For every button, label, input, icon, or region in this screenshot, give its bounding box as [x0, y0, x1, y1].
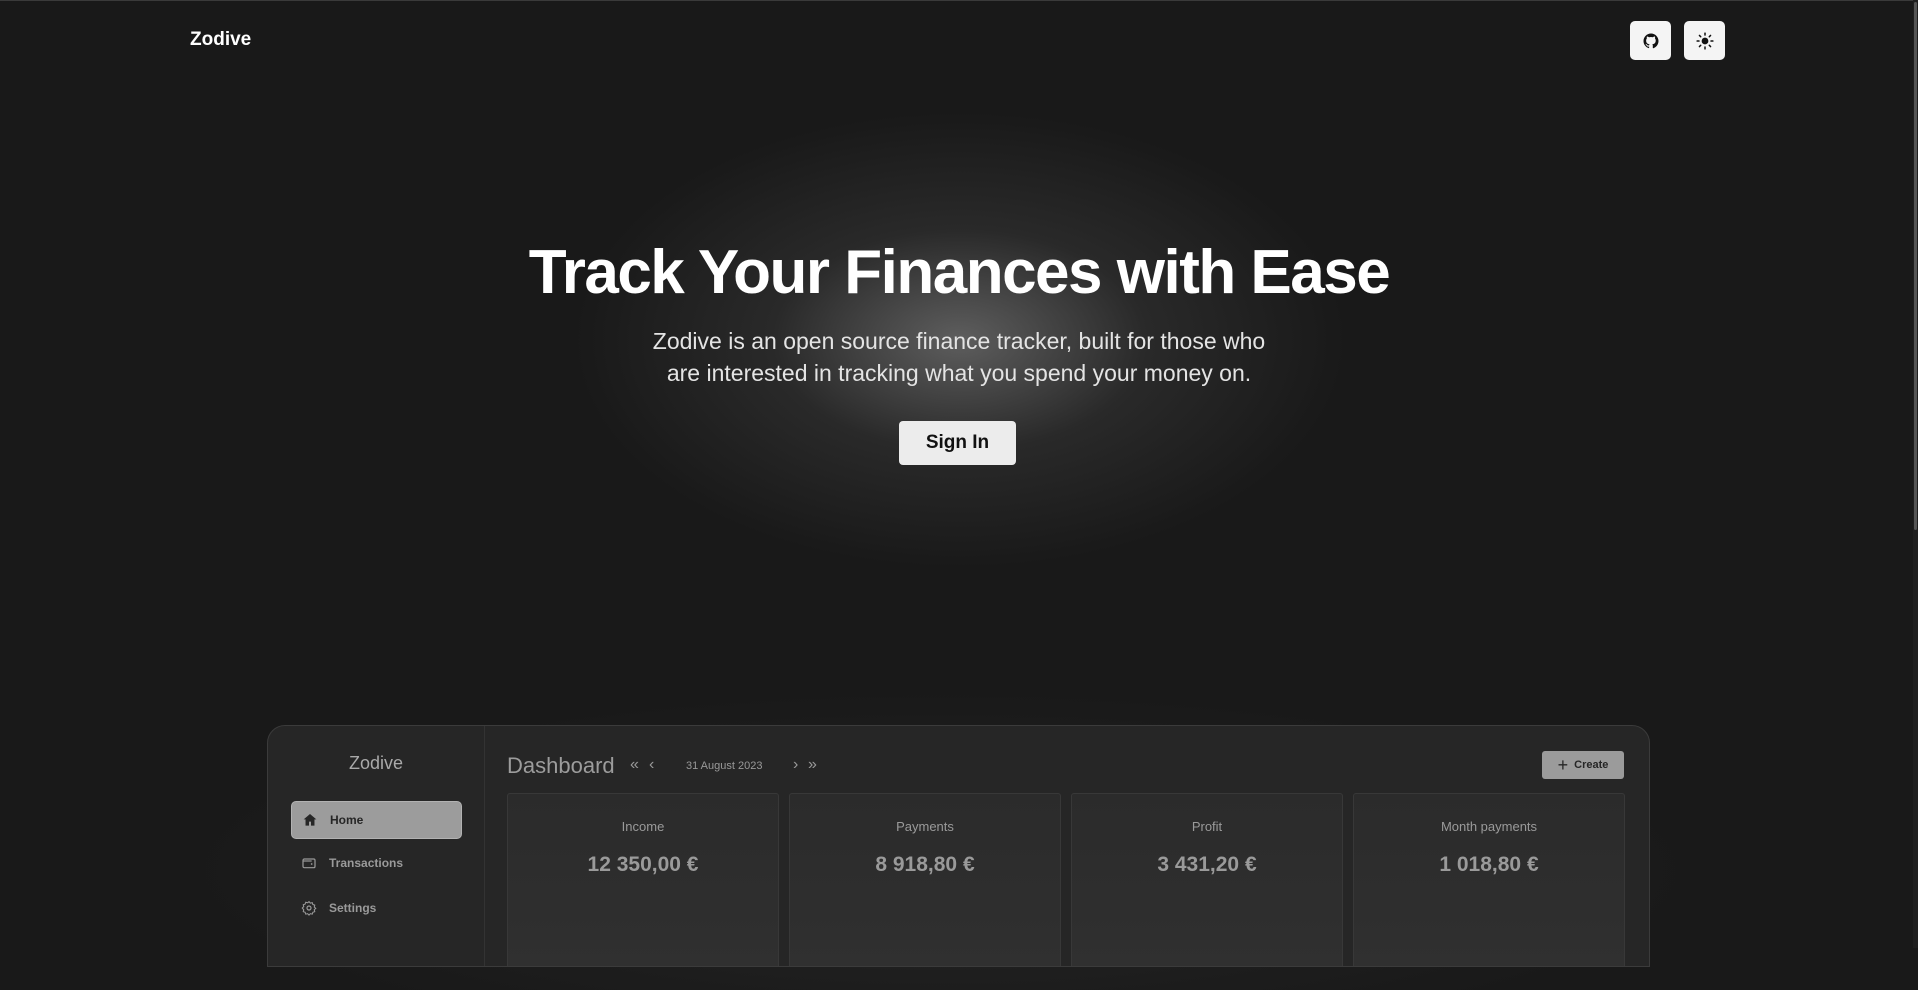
preview-page-title: Dashboard [507, 753, 615, 778]
preview-create-label: Create [1574, 759, 1609, 771]
sign-in-button[interactable]: Sign In [899, 421, 1016, 465]
preview-date: 31 August 2023 [686, 760, 763, 772]
scrollbar-thumb[interactable] [1914, 2, 1917, 530]
hero-title: Track Your Finances with Ease [528, 238, 1391, 307]
preview-nav-label: Settings [329, 901, 377, 915]
preview-nav-transactions: Transactions [291, 845, 460, 881]
plus-icon: + [1557, 754, 1569, 775]
preview-card-value: 8 918,80 € [875, 853, 975, 876]
github-icon [1643, 33, 1658, 48]
page-scrollbar[interactable] [1913, 0, 1918, 948]
preview-nav-settings: Settings [291, 890, 460, 926]
wallet-icon [302, 858, 316, 869]
preview-brand: Zodive [348, 753, 404, 773]
preview-card-label: Month payments [1440, 819, 1538, 834]
top-border [0, 0, 1918, 1]
preview-card-month-payments: Month payments 1 018,80 € [1353, 793, 1625, 966]
github-button[interactable] [1630, 21, 1671, 60]
hero-subtitle-line-1: Zodive is an open source finance tracker… [652, 328, 1266, 354]
theme-toggle-button[interactable] [1684, 21, 1725, 60]
double-chevron-left-icon: « [630, 756, 639, 773]
brand-logo[interactable]: Zodive [190, 29, 251, 51]
chevron-right-icon: › [793, 756, 799, 773]
chevron-left-icon: ‹ [649, 756, 655, 773]
preview-create-button: + Create [1542, 751, 1624, 779]
preview-nav-home: Home [291, 801, 462, 839]
preview-card-value: 12 350,00 € [587, 853, 699, 876]
preview-card-value: 1 018,80 € [1439, 853, 1539, 876]
hero-subtitle: Zodive is an open source finance tracker… [609, 325, 1309, 389]
home-icon [303, 814, 317, 826]
preview-card-label: Profit [1191, 819, 1223, 834]
preview-nav-label: Home [330, 813, 364, 827]
preview-nav-label: Transactions [329, 856, 404, 870]
sun-icon [1695, 31, 1714, 50]
double-chevron-right-icon: » [808, 756, 817, 773]
preview-card-profit: Profit 3 431,20 € [1071, 793, 1343, 966]
preview-sidebar: Zodive Home Transactions Settings [268, 726, 485, 966]
hero-subtitle-line-2: are interested in tracking what you spen… [666, 360, 1252, 386]
preview-card-income: Income 12 350,00 € [507, 793, 779, 966]
preview-card-value: 3 431,20 € [1157, 853, 1257, 876]
gear-icon [301, 900, 317, 916]
preview-card-label: Income [621, 819, 665, 834]
preview-card-label: Payments [896, 819, 954, 834]
preview-card-payments: Payments 8 918,80 € [789, 793, 1061, 966]
dashboard-preview: Zodive Home Transactions Settings Dashbo… [267, 725, 1650, 967]
